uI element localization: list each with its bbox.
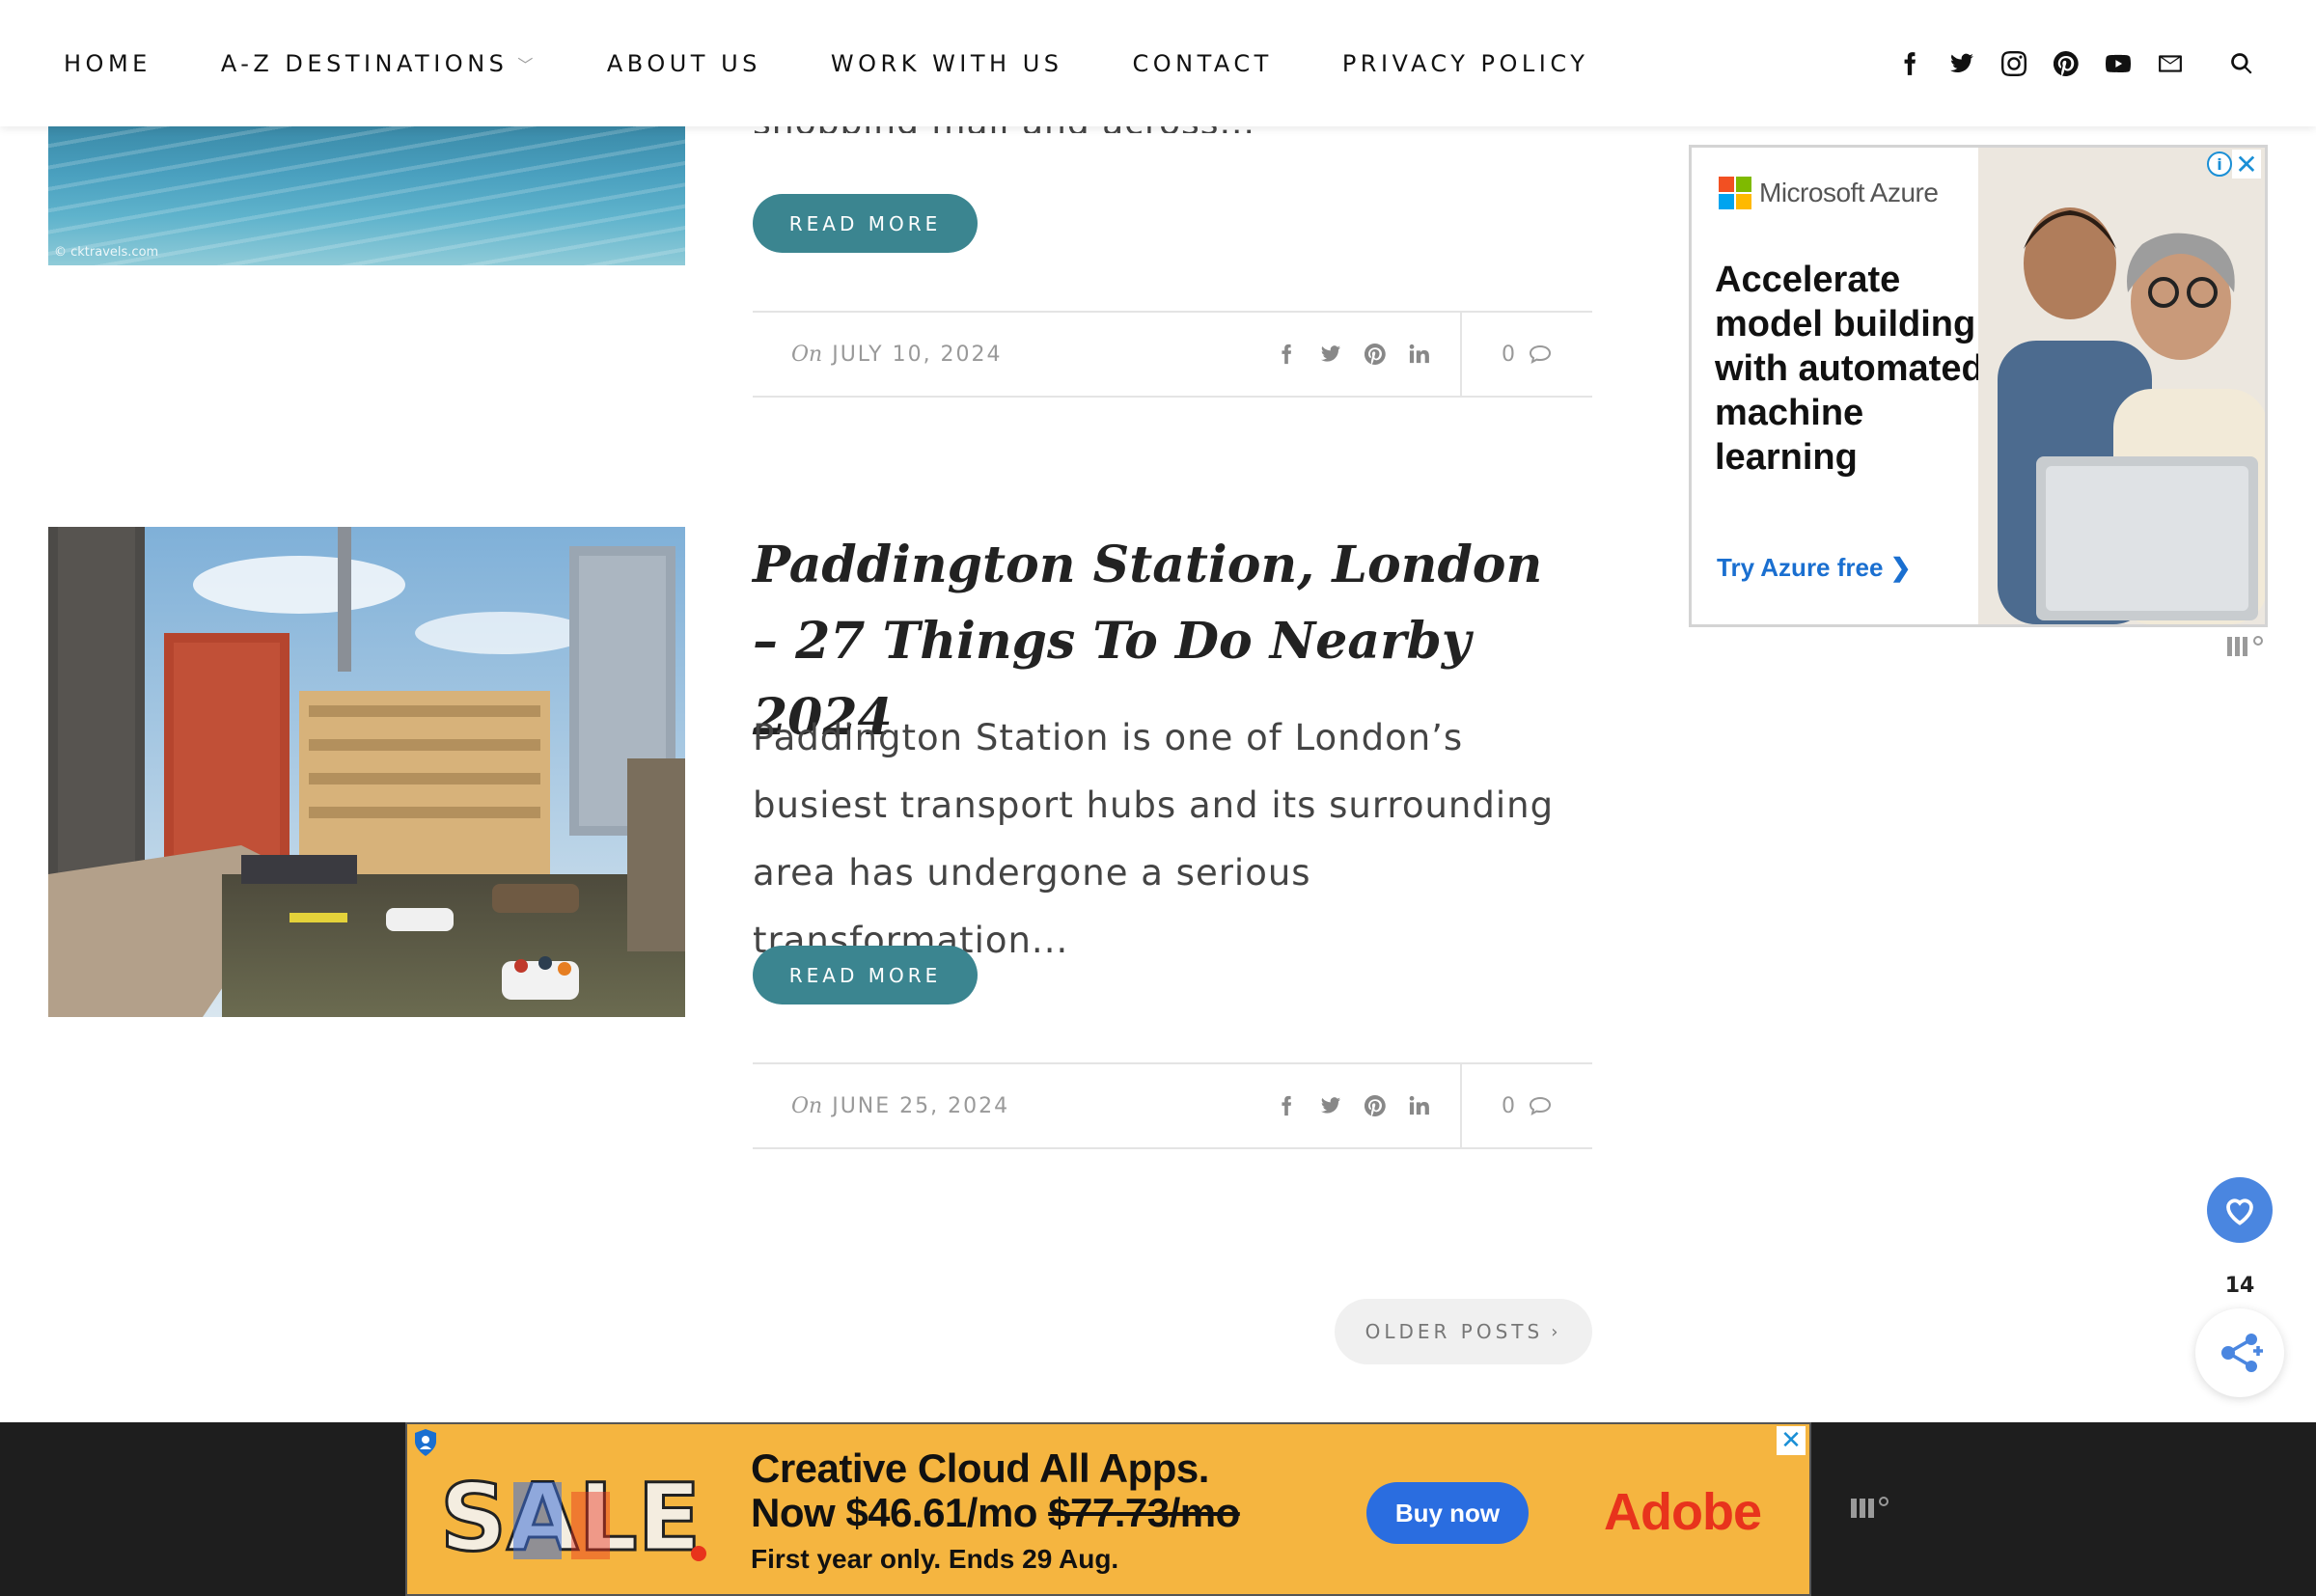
older-posts-label: OLDER POSTS bbox=[1365, 1320, 1544, 1343]
older-posts-button[interactable]: OLDER POSTS › bbox=[1335, 1299, 1592, 1364]
nav-about-label: ABOUT US bbox=[606, 49, 761, 77]
ad-info-icon[interactable]: i bbox=[2207, 151, 2232, 177]
facebook-icon[interactable] bbox=[1264, 1095, 1309, 1116]
ad-close-icon[interactable]: ✕ bbox=[2232, 149, 2261, 180]
mediavine-logo bbox=[1849, 1494, 1891, 1521]
read-more-button[interactable]: READ MORE bbox=[753, 194, 978, 253]
linkedin-icon[interactable] bbox=[1397, 344, 1442, 365]
post-image-paddington[interactable] bbox=[48, 527, 685, 1017]
youtube-icon[interactable] bbox=[2092, 44, 2144, 83]
share-button[interactable] bbox=[2195, 1308, 2284, 1397]
nav-work-label: WORK WITH US bbox=[830, 49, 1063, 77]
comment-count: 0 bbox=[1502, 342, 1515, 367]
share-links bbox=[1264, 1064, 1442, 1147]
ad-cta-link[interactable]: Try Azure free ❯ bbox=[1717, 553, 1911, 583]
nav-contact-label: CONTACT bbox=[1132, 49, 1273, 77]
pinterest-icon[interactable] bbox=[1353, 344, 1397, 365]
mail-icon[interactable] bbox=[2144, 44, 2196, 83]
ad-cta-label: Try Azure free bbox=[1717, 553, 1884, 582]
facebook-icon[interactable] bbox=[1264, 344, 1309, 365]
post-image-pool[interactable]: © cktravels.com bbox=[48, 126, 685, 265]
comment-icon bbox=[1529, 1096, 1552, 1115]
facebook-icon[interactable] bbox=[1884, 44, 1936, 83]
comment-count: 0 bbox=[1502, 1093, 1515, 1118]
paddington-canal-photo bbox=[48, 527, 685, 1017]
post-meta-bar: On JULY 10, 2024 0 bbox=[753, 311, 1592, 398]
nav-destinations-label: A-Z DESTINATIONS bbox=[220, 49, 509, 77]
twitter-icon[interactable] bbox=[1309, 1095, 1353, 1116]
ad-offer-terms: First year only. Ends 29 Aug. bbox=[751, 1544, 1119, 1574]
image-watermark: © cktravels.com bbox=[54, 245, 159, 260]
ad-headline: Creative Cloud All Apps. bbox=[751, 1445, 1209, 1491]
pinterest-icon[interactable] bbox=[2040, 44, 2092, 83]
post-date: On JUNE 25, 2024 bbox=[791, 1064, 1009, 1147]
chevron-down-icon: ﹀ bbox=[517, 55, 538, 74]
date-prefix: On bbox=[791, 1093, 823, 1118]
meta-divider bbox=[1460, 313, 1462, 396]
search-icon[interactable] bbox=[2216, 44, 2268, 83]
read-more-button[interactable]: READ MORE bbox=[753, 946, 978, 1004]
top-navigation: HOME A-Z DESTINATIONS ﹀ ABOUT US WORK WIT… bbox=[0, 0, 2316, 126]
nav-work-with-us[interactable]: WORK WITH US bbox=[831, 50, 1063, 77]
chevron-right-icon: › bbox=[1551, 1321, 1562, 1342]
ad-price-line: Now $46.61/mo $77.73/mo bbox=[751, 1490, 1240, 1536]
post-excerpt: Paddington Station is one of London’s bu… bbox=[753, 717, 1555, 961]
date-value: JULY 10, 2024 bbox=[832, 342, 1003, 367]
nav-privacy[interactable]: PRIVACY POLICY bbox=[1342, 50, 1589, 77]
buy-now-button[interactable]: Buy now bbox=[1366, 1482, 1529, 1544]
share-count: 14 bbox=[2224, 1274, 2255, 1298]
post-meta-bar: On JUNE 25, 2024 0 bbox=[753, 1062, 1592, 1149]
microsoft-grid-icon bbox=[1719, 177, 1751, 209]
share-links bbox=[1264, 313, 1442, 396]
nav-contact[interactable]: CONTACT bbox=[1133, 50, 1273, 77]
ad-photo bbox=[1978, 148, 2265, 624]
post-date: On JULY 10, 2024 bbox=[791, 313, 1003, 396]
ad-brand: Microsoft Azure bbox=[1759, 178, 1939, 207]
favorite-button[interactable] bbox=[2207, 1177, 2273, 1243]
ad-new-price: Now $46.61/mo bbox=[751, 1490, 1037, 1535]
twitter-icon[interactable] bbox=[1309, 344, 1353, 365]
comments-link[interactable]: 0 bbox=[1502, 1064, 1552, 1147]
ad-old-price: $77.73/mo bbox=[1048, 1490, 1240, 1535]
adobe-logo: Adobe bbox=[1604, 1483, 1762, 1541]
microsoft-logo: Microsoft Azure bbox=[1719, 177, 1939, 209]
instagram-icon[interactable] bbox=[1988, 44, 2040, 83]
sale-artwork: SALE bbox=[436, 1463, 726, 1574]
comment-icon bbox=[1529, 344, 1552, 364]
adchoices-shield-icon[interactable] bbox=[413, 1428, 438, 1457]
nav-privacy-label: PRIVACY POLICY bbox=[1341, 49, 1589, 77]
share-icon bbox=[2221, 1334, 2263, 1372]
social-icons bbox=[1884, 0, 2316, 126]
mediavine-logo bbox=[2225, 633, 2268, 658]
main-menu: HOME A-Z DESTINATIONS ﹀ ABOUT US WORK WIT… bbox=[64, 0, 1658, 126]
sidebar-ad-azure[interactable]: Microsoft Azure Accelerate model buildin… bbox=[1689, 145, 2268, 627]
comments-link[interactable]: 0 bbox=[1502, 313, 1552, 396]
nav-home-label: HOME bbox=[64, 49, 152, 77]
date-value: JUNE 25, 2024 bbox=[832, 1093, 1010, 1118]
bottom-ad-adobe[interactable]: SALE Creative Cloud All Apps. Now $46.61… bbox=[405, 1422, 1811, 1596]
date-prefix: On bbox=[791, 342, 823, 367]
meta-divider bbox=[1460, 1064, 1462, 1147]
pinterest-icon[interactable] bbox=[1353, 1095, 1397, 1116]
heart-icon bbox=[2226, 1198, 2253, 1225]
twitter-icon[interactable] bbox=[1936, 44, 1988, 83]
close-icon[interactable]: ✕ bbox=[1777, 1426, 1806, 1455]
svg-text:SALE: SALE bbox=[440, 1464, 701, 1569]
chevron-right-icon: ❯ bbox=[1889, 553, 1912, 582]
nav-home[interactable]: HOME bbox=[64, 50, 152, 77]
linkedin-icon[interactable] bbox=[1397, 1095, 1442, 1116]
ad-headline: Accelerate model building with automated… bbox=[1715, 260, 1984, 478]
nav-destinations[interactable]: A-Z DESTINATIONS ﹀ bbox=[221, 50, 538, 77]
nav-about[interactable]: ABOUT US bbox=[607, 50, 761, 77]
